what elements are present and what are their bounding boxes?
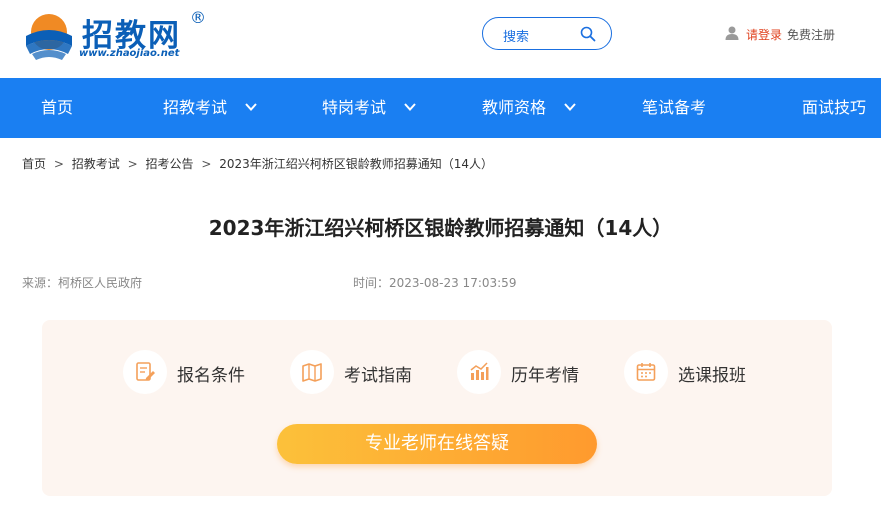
- header: 招教网 ® www.zhaojiao.net 搜索 请登录 免费注册: [0, 0, 881, 78]
- nav-item-home[interactable]: 首页: [41, 78, 73, 138]
- page-title: 2023年浙江绍兴柯桥区银龄教师招募通知（14人）: [208, 216, 673, 240]
- chevron-down-icon: [564, 103, 576, 111]
- feature-label: 历年考情: [511, 366, 579, 386]
- nav-item-label: 特岗考试: [322, 98, 387, 117]
- feature-icon-circle: [457, 350, 501, 394]
- nav-item-recruit-exam[interactable]: 招教考试: [163, 78, 258, 138]
- feature-label: 报名条件: [177, 366, 245, 386]
- book-map-icon: [302, 363, 322, 382]
- nav-item-label: 教师资格: [482, 98, 547, 117]
- login-link[interactable]: 请登录: [746, 26, 782, 43]
- breadcrumb-separator: >: [53, 157, 64, 171]
- nav-item-label: 首页: [41, 98, 74, 117]
- chevron-down-icon: [404, 103, 416, 111]
- logo-registered-mark: ®: [190, 8, 206, 27]
- main-nav: 首页 招教考试 特岗考试 教师资格 笔试备考 面试技巧: [0, 78, 881, 138]
- nav-item-interview-tips[interactable]: 面试技巧: [802, 78, 866, 138]
- calendar-icon: [636, 363, 656, 381]
- form-edit-icon: [136, 362, 155, 381]
- breadcrumb-item-home[interactable]: 首页: [22, 157, 46, 171]
- nav-item-teacher-qualification[interactable]: 教师资格: [482, 78, 577, 138]
- nav-item-special-post-exam[interactable]: 特岗考试: [322, 78, 417, 138]
- user-icon: [725, 26, 739, 40]
- feature-icon-circle: [290, 350, 334, 394]
- site-logo[interactable]: 招教网 ® www.zhaojiao.net: [22, 8, 222, 68]
- article-time: 时间：2023-08-23 17:03:59: [353, 276, 517, 290]
- chevron-down-icon: [245, 103, 257, 111]
- feature-label: 选课报班: [678, 366, 746, 386]
- breadcrumb-separator: >: [127, 157, 138, 171]
- search-box[interactable]: 搜索: [482, 17, 612, 50]
- feature-card: 报名条件 考试指南 历年考情 选课报班 专业老师在线答疑: [42, 320, 832, 496]
- breadcrumb: 首页 > 招教考试 > 招考公告 > 2023年浙江绍兴柯桥区银龄教师招募通知（…: [22, 155, 493, 172]
- nav-item-written-prep[interactable]: 笔试备考: [642, 78, 706, 138]
- breadcrumb-item-recruit-exam[interactable]: 招教考试: [72, 157, 120, 171]
- feature-icon-circle: [123, 350, 167, 394]
- nav-item-label: 笔试备考: [642, 98, 707, 117]
- bar-chart-icon: [470, 362, 489, 380]
- breadcrumb-item-current: 2023年浙江绍兴柯桥区银龄教师招募通知（14人）: [219, 157, 494, 171]
- feature-icon-circle: [624, 350, 668, 394]
- nav-item-label: 面试技巧: [802, 98, 867, 117]
- logo-mark-icon: [26, 14, 72, 60]
- logo-url: www.zhaojiao.net: [79, 48, 180, 59]
- feature-label: 考试指南: [344, 366, 412, 386]
- search-label: 搜索: [503, 30, 530, 45]
- breadcrumb-separator: >: [201, 157, 212, 171]
- register-link[interactable]: 免费注册: [787, 26, 835, 43]
- nav-item-label: 招教考试: [163, 98, 228, 117]
- breadcrumb-item-announcement[interactable]: 招考公告: [145, 157, 193, 171]
- article-source: 来源：柯桥区人民政府: [22, 276, 143, 290]
- online-qa-button[interactable]: 专业老师在线答疑: [277, 424, 597, 464]
- search-icon[interactable]: [580, 26, 596, 42]
